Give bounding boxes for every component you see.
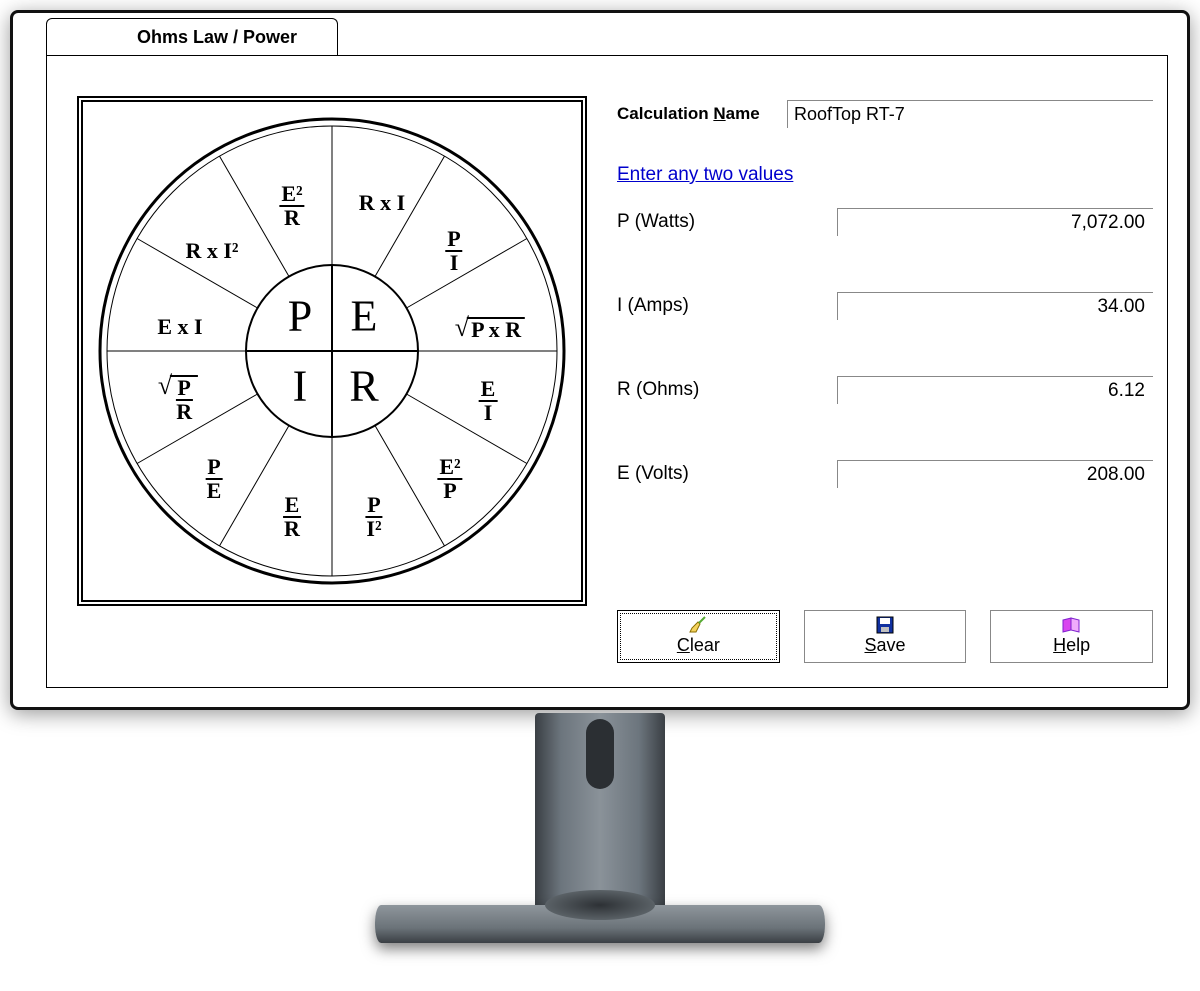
ohms-input[interactable]: [837, 376, 1153, 404]
tab-strip: Ohms Law / Power: [46, 18, 338, 56]
book-icon: [1061, 615, 1083, 635]
volts-label: E (Volts): [617, 463, 837, 485]
form-panel: Calculation Name Enter any two values P …: [617, 96, 1153, 673]
wheel-center-p: P: [288, 291, 312, 342]
ohms-label: R (Ohms): [617, 379, 837, 401]
save-button[interactable]: Save: [804, 610, 967, 663]
calc-name-label: Calculation Name: [617, 104, 787, 124]
clear-button[interactable]: Clear: [617, 610, 780, 663]
help-button[interactable]: Help: [990, 610, 1153, 663]
ohms-wheel-diagram: P E I R E²R R x I PI √P x R: [92, 111, 572, 591]
instruction-text: Enter any two values: [617, 164, 1153, 186]
floppy-icon: [876, 615, 894, 635]
formula-e2-over-p: E²P: [437, 456, 462, 502]
tab-ohms-law[interactable]: Ohms Law / Power: [46, 18, 338, 56]
formula-sqrt-pxr: √P x R: [455, 317, 525, 341]
wheel-center-i: I: [293, 361, 308, 412]
watts-label: P (Watts): [617, 211, 837, 233]
formula-e-over-i: EI: [479, 378, 498, 424]
formula-e2-over-r: E²R: [279, 183, 304, 229]
formula-r-x-i: R x I: [359, 192, 405, 214]
calc-name-input[interactable]: [787, 100, 1153, 128]
watts-input[interactable]: [837, 208, 1153, 236]
formula-p-over-i2: PI²: [364, 494, 383, 540]
formula-p-over-i: PI: [445, 228, 462, 274]
monitor-screen: Ohms Law / Power: [18, 18, 1182, 702]
formula-e-x-i: E x I: [157, 316, 202, 338]
volts-input[interactable]: [837, 460, 1153, 488]
broom-icon: [688, 615, 708, 635]
monitor-frame: Ohms Law / Power: [10, 10, 1190, 710]
monitor-stand-neck: [535, 713, 665, 913]
formula-r-x-i2: R x I²: [185, 240, 238, 262]
button-bar: Clear Save Help: [617, 610, 1153, 663]
formula-sqrt-p-over-r: √PR: [158, 375, 198, 423]
formula-p-over-e: PE: [205, 456, 224, 502]
formula-e-over-r: ER: [282, 494, 302, 540]
amps-input[interactable]: [837, 292, 1153, 320]
ohms-wheel-panel: P E I R E²R R x I PI √P x R: [77, 96, 587, 606]
window-body: P E I R E²R R x I PI √P x R: [46, 55, 1168, 688]
wheel-center-r: R: [349, 361, 378, 412]
wheel-center-e: E: [351, 291, 378, 342]
monitor-stand-base: [375, 905, 825, 943]
amps-label: I (Amps): [617, 295, 837, 317]
